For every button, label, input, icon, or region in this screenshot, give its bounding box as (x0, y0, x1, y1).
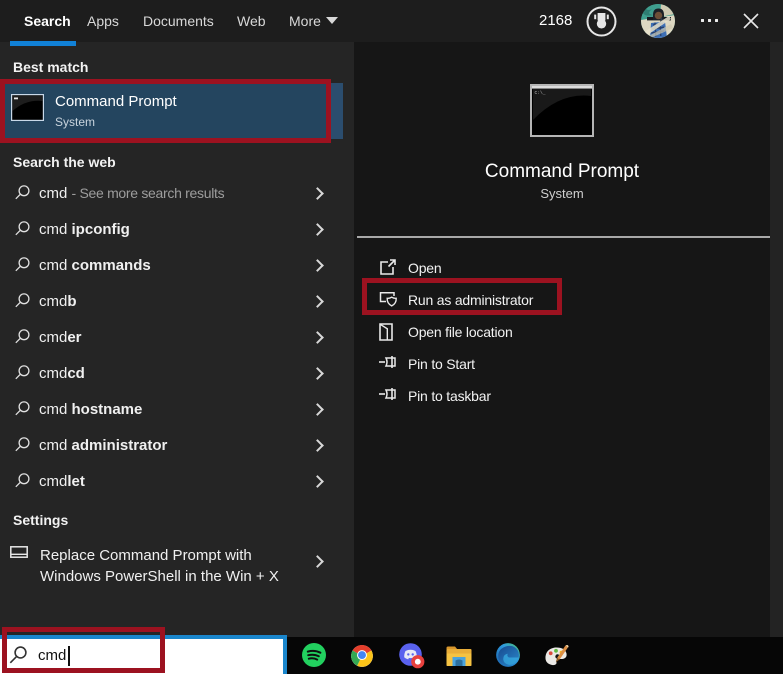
svg-text:C:\_: C:\_ (535, 90, 546, 96)
